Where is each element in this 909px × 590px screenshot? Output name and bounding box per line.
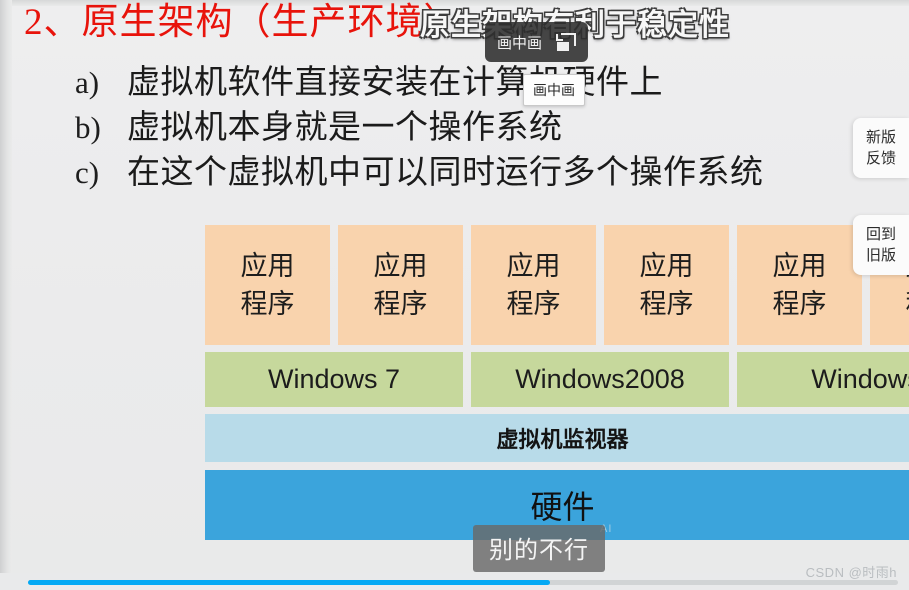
application-box-line1: 应用 — [240, 251, 295, 281]
list-item-label: 在这个虚拟机中可以同时运行多个操作系统 — [127, 155, 764, 191]
application-box-line2: 程序 — [240, 289, 295, 319]
application-box: 应用 程序 — [205, 225, 330, 345]
pip-button-label: 画中画 — [497, 34, 543, 52]
architecture-diagram: 应用 程序 应用 程序 应用 程序 应用 程序 应用 程序 应用 程序 — [205, 225, 909, 540]
list-item-marker: c) — [75, 155, 100, 190]
list-item-marker: b) — [75, 110, 101, 145]
os-box: Windows 7 — [205, 352, 463, 407]
application-box-line2: 程序 — [506, 289, 561, 319]
application-box: 应用 程序 — [604, 225, 729, 345]
video-progress-fill[interactable] — [28, 580, 550, 585]
list-item-marker: a) — [75, 65, 100, 100]
back-to-old-version-button[interactable]: 回到 旧版 — [853, 215, 909, 275]
hypervisor-box: 虚拟机监视器 — [205, 414, 909, 462]
application-box-line2: 程序 — [373, 289, 428, 319]
video-caption-bottom: 别的不行 — [473, 525, 605, 572]
pip-tooltip: 画中画 — [523, 74, 585, 106]
operating-system-row: Windows 7 Windows2008 Windows — [205, 352, 909, 407]
new-version-feedback-line2: 反馈 — [865, 150, 896, 167]
application-box-line1: 应用 — [506, 251, 561, 281]
list-item: c) 在这个虚拟机中可以同时运行多个操作系统 — [75, 145, 909, 191]
back-to-old-version-line1: 回到 — [865, 226, 896, 243]
list-item-label: 虚拟机本身就是一个操作系统 — [127, 110, 563, 146]
picture-in-picture-button[interactable]: 画中画 — [485, 22, 589, 62]
new-version-feedback-button[interactable]: 新版 反馈 — [853, 118, 909, 178]
application-box-line1: 应用 — [639, 251, 694, 281]
application-box-line1: 应用 — [373, 251, 428, 281]
application-box-line2: 程序 — [906, 285, 909, 323]
csdn-watermark: CSDN @时雨h — [805, 565, 897, 580]
application-box-line2: 程序 — [639, 289, 694, 319]
application-box-line1: 应用 — [772, 251, 827, 281]
application-box: 应用 程序 — [737, 225, 862, 345]
video-player-screen: 2、原生架构（生产环境） a) 虚拟机软件直接安装在计算机硬件上 b) 虚拟机本… — [0, 0, 909, 590]
application-box-line2: 程序 — [772, 289, 827, 319]
slide-left-edge — [0, 0, 12, 573]
new-version-feedback-line1: 新版 — [865, 129, 896, 146]
application-box: 应用 程序 — [471, 225, 596, 345]
back-to-old-version-line2: 旧版 — [865, 247, 896, 264]
picture-in-picture-icon — [556, 33, 577, 51]
page-title: 2、原生架构（生产环境） — [24, 2, 462, 43]
os-box: Windows — [737, 352, 909, 407]
application-row: 应用 程序 应用 程序 应用 程序 应用 程序 应用 程序 应用 程序 — [205, 225, 909, 345]
os-box: Windows2008 — [471, 352, 729, 407]
bullet-list: a) 虚拟机软件直接安装在计算机硬件上 b) 虚拟机本身就是一个操作系统 c) … — [75, 55, 909, 191]
list-item: b) 虚拟机本身就是一个操作系统 — [75, 100, 909, 146]
application-box: 应用 程序 — [338, 225, 463, 345]
